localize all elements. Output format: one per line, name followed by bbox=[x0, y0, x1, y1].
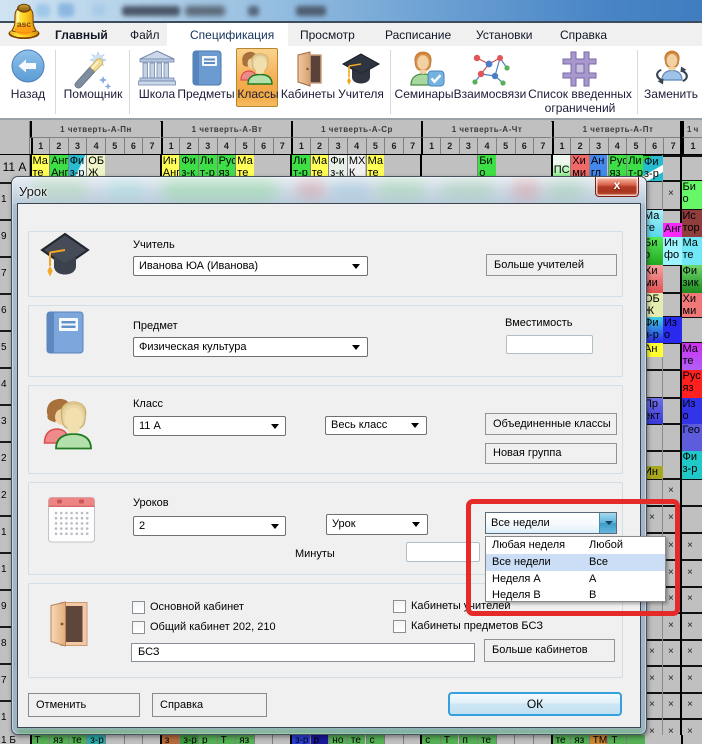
svg-text:asc: asc bbox=[17, 19, 31, 29]
